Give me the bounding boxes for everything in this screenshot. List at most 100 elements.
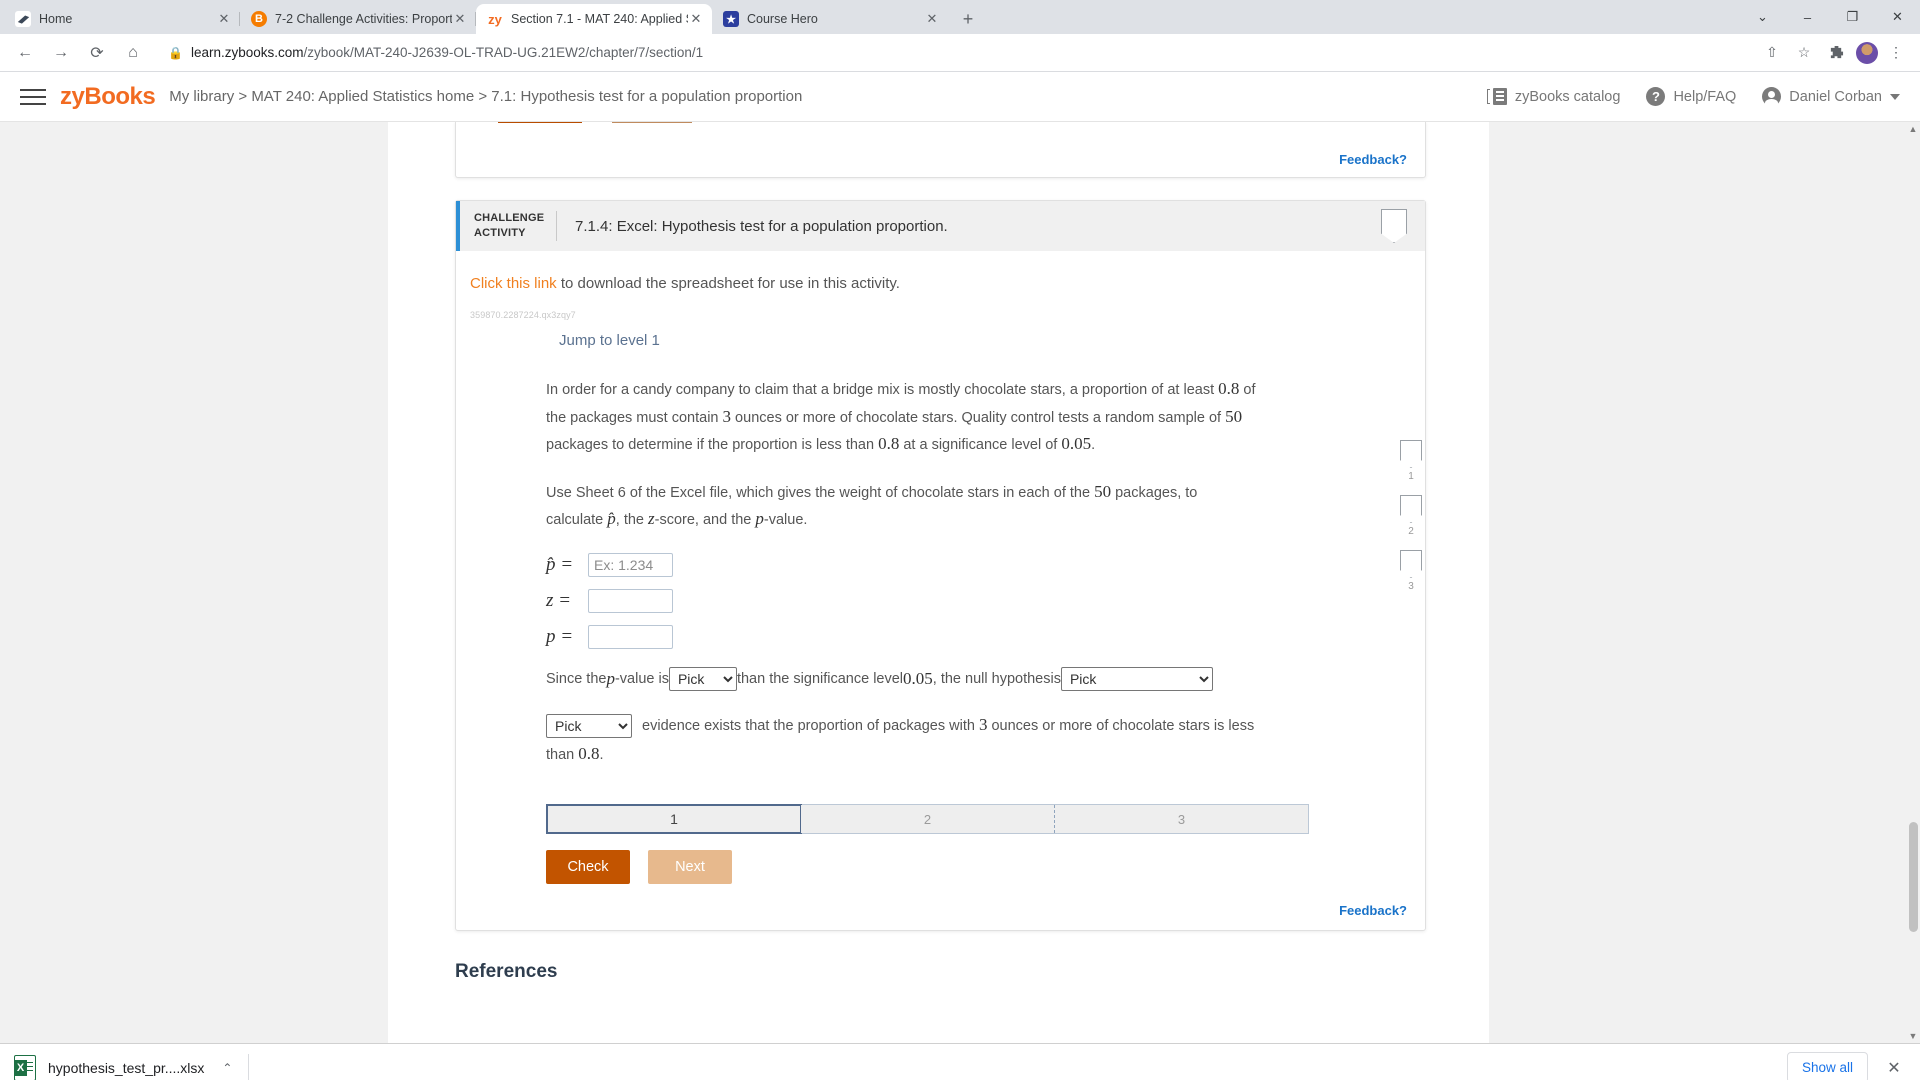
question-mark-icon: ? (1646, 87, 1666, 106)
level-number: 2 (1408, 526, 1414, 537)
level-flag-1[interactable]: 1 (1400, 440, 1422, 482)
jump-to-level-link[interactable]: Jump to level 1 (456, 320, 1425, 349)
user-menu-button[interactable]: Daniel Corban (1762, 87, 1900, 107)
progress-segment-1[interactable]: 1 (546, 804, 802, 835)
download-spreadsheet-link[interactable]: Click this link (470, 275, 557, 292)
content-column: Feedback? CHALLENGE ACTIVITY 7.1.4: Exce… (388, 122, 1489, 1043)
challenge-card-header: CHALLENGE ACTIVITY 7.1.4: Excel: Hypothe… (456, 201, 1425, 251)
new-tab-button[interactable]: + (954, 5, 982, 33)
browser-tab-3[interactable]: ★ Course Hero ✕ (712, 4, 948, 34)
answer-row-z: z = (546, 588, 1256, 613)
phat-input[interactable] (588, 552, 673, 577)
p1-t6: . (1091, 437, 1096, 454)
null-hypothesis-select[interactable]: Pick (1060, 666, 1213, 691)
tab-close-icon[interactable]: ✕ (452, 11, 468, 27)
help-label: Help/FAQ (1673, 88, 1737, 105)
scroll-up-arrow-icon[interactable]: ▲ (1908, 124, 1918, 134)
address-bar[interactable]: 🔒 learn.zybooks.com/zybook/MAT-240-J2639… (154, 40, 1754, 66)
conc-t3: than the significance level (736, 670, 904, 687)
previous-check-button-edge (498, 122, 582, 123)
browser-toolbar: ← → ⟳ ⌂ 🔒 learn.zybooks.com/zybook/MAT-2… (0, 34, 1920, 72)
scroll-down-arrow-icon[interactable]: ▼ (1908, 1031, 1918, 1041)
flag-icon (1400, 550, 1422, 578)
page-body: Feedback? CHALLENGE ACTIVITY 7.1.4: Exce… (0, 122, 1920, 1043)
forward-button[interactable]: → (46, 38, 76, 68)
z-input[interactable] (588, 588, 673, 613)
home-button[interactable]: ⌂ (118, 38, 148, 68)
reload-button[interactable]: ⟳ (82, 38, 112, 68)
minimize-button[interactable]: – (1785, 0, 1830, 34)
pvalue-comparison-select[interactable]: Pick (668, 666, 737, 691)
flag-icon (1400, 495, 1422, 523)
progress-segment-2[interactable]: 2 (801, 805, 1055, 834)
phat-label: p̂ = (546, 554, 588, 576)
feedback-link[interactable]: Feedback? (1339, 152, 1407, 167)
url-path: /zybook/MAT-240-J2639-OL-TRAD-UG.21EW2/c… (303, 45, 704, 60)
scrollbar-thumb[interactable] (1909, 822, 1918, 932)
p1-n5: 0.05 (1061, 434, 1092, 454)
logo-zy: zy (60, 82, 85, 110)
zybooks-logo[interactable]: zyBooks (60, 82, 156, 111)
answer-row-phat: p̂ = (546, 552, 1256, 577)
tab-close-icon[interactable]: ✕ (216, 11, 232, 27)
page-scrollbar[interactable]: ▲ ▼ (1906, 122, 1920, 1043)
p1-t1: In order for a candy company to claim th… (546, 382, 1219, 398)
previous-activity-card: Feedback? (455, 122, 1426, 178)
url-host: learn.zybooks.com (190, 45, 304, 60)
chrome-menu-icon[interactable]: ⋮ (1882, 39, 1910, 67)
zybooks-header: zyBooks My library > MAT 240: Applied St… (0, 72, 1920, 122)
extensions-icon[interactable] (1822, 39, 1850, 67)
browser-tab-strip: Home ✕ B 7-2 Challenge Activities: Propo… (0, 0, 1920, 34)
p1-t5: at a significance level of (899, 437, 1062, 454)
help-faq-button[interactable]: ? Help/FAQ (1646, 87, 1736, 106)
breadcrumb[interactable]: My library > MAT 240: Applied Statistics… (169, 88, 802, 105)
browser-tab-1[interactable]: B 7-2 Challenge Activities: Proporti ✕ (240, 4, 476, 34)
chevron-up-icon[interactable]: ⌃ (222, 1061, 232, 1075)
phat-symbol: p̂ (546, 553, 556, 575)
tab-close-icon[interactable]: ✕ (688, 11, 704, 27)
brightspace-icon: B (251, 11, 267, 27)
browser-tab-title: Home (39, 12, 73, 26)
download-item[interactable]: hypothesis_test_pr....xlsx ⌃ (14, 1054, 232, 1080)
feedback-link[interactable]: Feedback? (1339, 903, 1407, 918)
evidence-select[interactable]: Pick (546, 713, 632, 738)
browser-tab-2[interactable]: zy Section 7.1 - MAT 240: Applied S ✕ (476, 4, 712, 34)
p2-m2: z (648, 509, 655, 529)
p1-n4: 0.8 (878, 434, 900, 454)
challenge-title: 7.1.4: Excel: Hypothesis test for a popu… (575, 217, 948, 235)
back-button[interactable]: ← (10, 38, 40, 68)
check-button[interactable]: Check (546, 850, 630, 885)
download-shelf: hypothesis_test_pr....xlsx ⌃ Show all ✕ (0, 1043, 1920, 1080)
share-icon[interactable]: ⇧ (1758, 39, 1786, 67)
close-shelf-icon[interactable]: ✕ (1882, 1058, 1906, 1078)
tab-search-chevron-icon[interactable]: ⌄ (1740, 0, 1785, 34)
question-paragraph-2: Use Sheet 6 of the Excel file, which giv… (546, 478, 1256, 533)
close-window-button[interactable]: ✕ (1875, 0, 1920, 34)
profile-avatar[interactable] (1856, 41, 1878, 64)
evid-n2: 0.8 (578, 743, 600, 763)
level-flag-2[interactable]: 2 (1400, 495, 1422, 537)
p-input[interactable] (588, 624, 673, 649)
challenge-activity-card: CHALLENGE ACTIVITY 7.1.4: Excel: Hypothe… (455, 200, 1426, 932)
tab-close-icon[interactable]: ✕ (924, 11, 940, 27)
hamburger-menu-icon[interactable] (20, 84, 46, 110)
maximize-button[interactable]: ❐ (1830, 0, 1875, 34)
conclusion-row: Since the p -value is Pick than the signi… (546, 666, 1256, 691)
p1-n1: 0.8 (1218, 379, 1240, 398)
browser-tab-title: Course Hero (747, 12, 818, 26)
level-progress-bar: 1 2 3 (546, 804, 1309, 835)
home-icon (15, 11, 31, 27)
show-all-downloads-button[interactable]: Show all (1786, 1052, 1868, 1080)
zybooks-catalog-button[interactable]: zyBooks catalog (1486, 87, 1620, 106)
p1-n2: 3 (722, 406, 732, 426)
p-symbol: p (546, 625, 556, 647)
level-number: 3 (1408, 581, 1414, 592)
z-symbol: z (546, 589, 554, 611)
browser-tab-0[interactable]: Home ✕ (4, 4, 240, 34)
answer-row-p: p = (546, 624, 1256, 649)
next-button[interactable]: Next (648, 850, 732, 885)
progress-segment-3[interactable]: 3 (1055, 805, 1308, 834)
level-flag-3[interactable]: 3 (1400, 550, 1422, 592)
bookmark-star-icon[interactable]: ☆ (1790, 39, 1818, 67)
p1-t3: ounces or more of chocolate stars. Quali… (731, 409, 1226, 426)
